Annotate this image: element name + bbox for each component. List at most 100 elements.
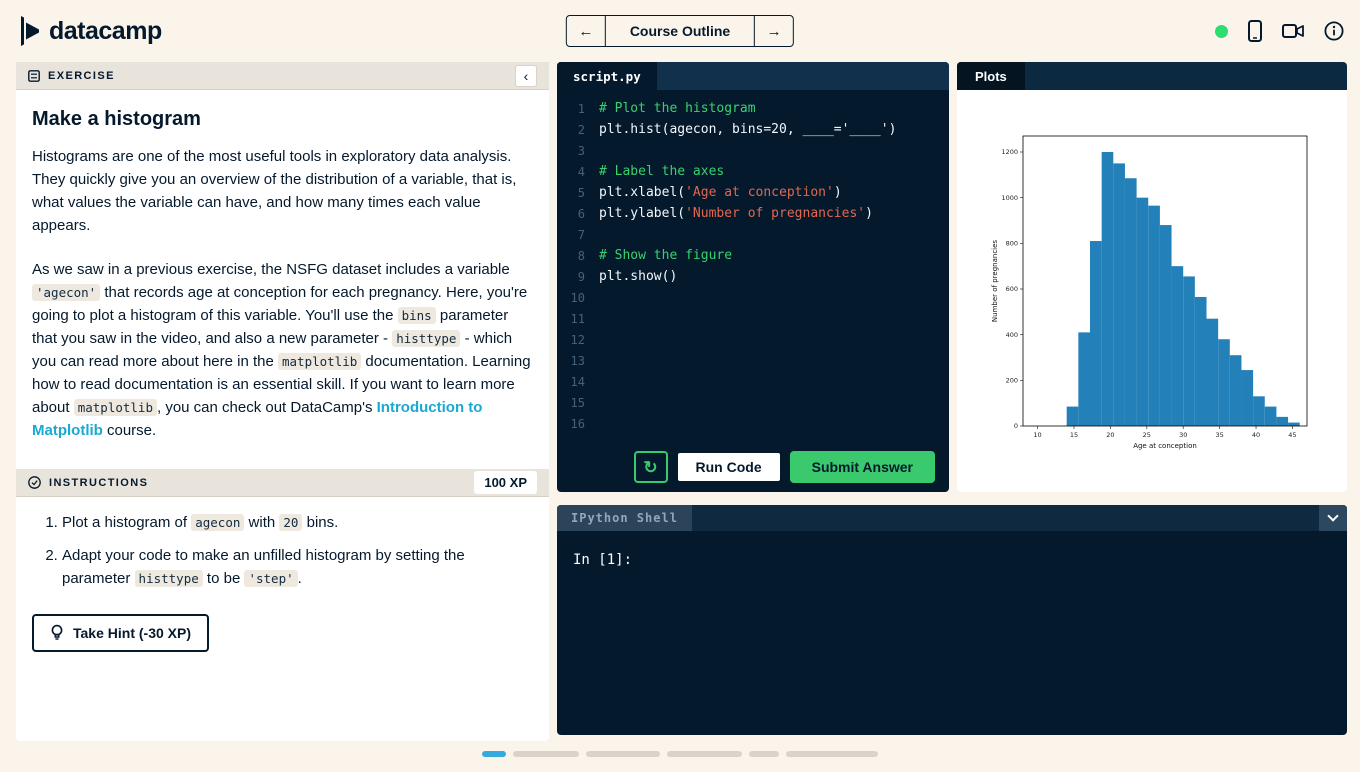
text-span: with bbox=[244, 514, 280, 531]
svg-text:10: 10 bbox=[1033, 431, 1041, 439]
course-outline-button[interactable]: Course Outline bbox=[604, 16, 756, 46]
plots-panel: Plots 10 15 20 25 30 35 40 45 0 200 400 600 800 1000 1… bbox=[957, 62, 1347, 492]
exercise-panel: EXERCISE ‹ Make a histogram Histograms a… bbox=[16, 62, 549, 741]
text-span: , you can check out DataCamp's bbox=[156, 399, 377, 416]
instructions-body: Plot a histogram of agecon with 20 bins.… bbox=[16, 497, 549, 666]
info-icon bbox=[1324, 21, 1344, 41]
inline-code: matplotlib bbox=[278, 353, 362, 370]
line-number: 8 bbox=[577, 248, 585, 263]
svg-text:30: 30 bbox=[1179, 431, 1187, 439]
svg-text:25: 25 bbox=[1143, 431, 1151, 439]
code-text: plt.show() bbox=[599, 269, 678, 284]
exercise-body: Make a histogram Histograms are one of t… bbox=[16, 90, 549, 469]
progress-segment[interactable] bbox=[749, 751, 779, 757]
code-line[interactable]: 1 # Plot the histogram bbox=[557, 98, 949, 119]
progress-segment[interactable] bbox=[586, 751, 660, 757]
progress-segment[interactable] bbox=[667, 751, 742, 757]
shell-console[interactable]: In [1]: bbox=[557, 531, 1347, 735]
code-line[interactable]: 8 # Show the figure bbox=[557, 245, 949, 266]
logo-wordmark: datacamp bbox=[49, 16, 162, 45]
tab-plots[interactable]: Plots bbox=[957, 62, 1025, 90]
inline-code: histtype bbox=[134, 570, 203, 587]
svg-text:15: 15 bbox=[1070, 431, 1078, 439]
code-line[interactable]: 7 bbox=[557, 224, 949, 245]
mobile-button[interactable] bbox=[1248, 20, 1262, 42]
svg-text:200: 200 bbox=[1006, 377, 1018, 385]
inline-code: 'agecon' bbox=[32, 284, 101, 301]
inline-code: 'step' bbox=[244, 570, 298, 587]
tab-ipython-shell[interactable]: IPython Shell bbox=[557, 505, 692, 531]
take-hint-label: Take Hint (-30 XP) bbox=[73, 625, 191, 641]
text-span: Plot a histogram of bbox=[62, 514, 192, 531]
run-code-button[interactable]: Run Code bbox=[675, 451, 782, 483]
code-editor[interactable]: 1 # Plot the histogram 2 plt.hist(agecon, b… bbox=[557, 90, 949, 442]
code-text: plt.hist(agecon, bins=20, ____='____') bbox=[599, 122, 897, 137]
text-span: bins. bbox=[302, 514, 339, 531]
exercise-panel-header: EXERCISE ‹ bbox=[16, 62, 549, 90]
line-number: 9 bbox=[577, 269, 585, 284]
xp-badge: 100 XP bbox=[474, 471, 537, 494]
header-status-icons bbox=[1215, 20, 1344, 42]
instruction-item: Adapt your code to make an unfilled hist… bbox=[62, 544, 533, 590]
reset-code-button[interactable]: ↻ bbox=[633, 451, 668, 483]
code-editor-panel: script.py 1 # Plot the histogram 2 plt.hist… bbox=[557, 62, 949, 492]
datacamp-logo-icon bbox=[21, 16, 39, 46]
text-span: course. bbox=[102, 422, 157, 439]
next-exercise-button[interactable]: → bbox=[755, 16, 793, 46]
app-header: datacamp ← Course Outline → bbox=[0, 0, 1360, 62]
line-number: 12 bbox=[570, 332, 585, 347]
shell-collapse-button[interactable] bbox=[1319, 505, 1347, 531]
code-line[interactable]: 12 bbox=[557, 329, 949, 350]
editor-footer: ↻ Run Code Submit Answer bbox=[557, 442, 949, 492]
svg-text:400: 400 bbox=[1006, 331, 1018, 339]
code-line[interactable]: 15 bbox=[557, 392, 949, 413]
info-button[interactable] bbox=[1324, 21, 1344, 41]
code-line[interactable]: 6 plt.ylabel('Number of pregnancies') bbox=[557, 203, 949, 224]
line-number: 10 bbox=[570, 290, 585, 305]
code-line[interactable]: 2 plt.hist(agecon, bins=20, ____='____') bbox=[557, 119, 949, 140]
tab-script-py[interactable]: script.py bbox=[557, 62, 657, 90]
instructions-header: INSTRUCTIONS 100 XP bbox=[16, 469, 549, 497]
code-line[interactable]: 4 # Label the axes bbox=[557, 161, 949, 182]
line-number: 14 bbox=[570, 374, 585, 389]
lightbulb-icon bbox=[51, 624, 63, 640]
shell-prompt: In [1]: bbox=[573, 552, 633, 568]
progress-segment[interactable] bbox=[482, 751, 506, 757]
progress-segment[interactable] bbox=[786, 751, 878, 757]
progress-segment[interactable] bbox=[513, 751, 579, 757]
inline-code: agecon bbox=[191, 514, 245, 531]
code-line[interactable]: 9 plt.show() bbox=[557, 266, 949, 287]
instruction-item: Plot a histogram of agecon with 20 bins. bbox=[62, 511, 533, 534]
line-number: 7 bbox=[577, 227, 585, 242]
line-number: 15 bbox=[570, 395, 585, 410]
chevron-down-icon bbox=[1327, 510, 1339, 522]
svg-text:35: 35 bbox=[1215, 431, 1223, 439]
code-line[interactable]: 16 bbox=[557, 413, 949, 434]
text-span: Histograms are one of the most useful to… bbox=[32, 148, 517, 234]
collapse-panel-button[interactable]: ‹ bbox=[515, 64, 537, 87]
line-number: 5 bbox=[577, 185, 585, 200]
exercise-paragraph: As we saw in a previous exercise, the NS… bbox=[32, 258, 533, 442]
exercise-icon bbox=[28, 69, 40, 82]
code-line[interactable]: 5 plt.xlabel('Age at conception') bbox=[557, 182, 949, 203]
previous-exercise-button[interactable]: ← bbox=[567, 16, 605, 46]
datacamp-logo[interactable]: datacamp bbox=[16, 16, 162, 46]
code-line[interactable]: 11 bbox=[557, 308, 949, 329]
code-text: # Label the axes bbox=[599, 164, 725, 179]
video-button[interactable] bbox=[1282, 23, 1304, 39]
take-hint-button[interactable]: Take Hint (-30 XP) bbox=[32, 614, 209, 652]
code-line[interactable]: 10 bbox=[557, 287, 949, 308]
code-line[interactable]: 3 bbox=[557, 140, 949, 161]
code-line[interactable]: 13 bbox=[557, 350, 949, 371]
editor-tab-bar: script.py bbox=[557, 62, 949, 90]
submit-answer-button[interactable]: Submit Answer bbox=[789, 451, 935, 483]
svg-text:800: 800 bbox=[1006, 240, 1018, 248]
code-text: plt.xlabel('Age at conception') bbox=[599, 185, 842, 200]
code-line[interactable]: 14 bbox=[557, 371, 949, 392]
plot-figure: 10 15 20 25 30 35 40 45 0 200 400 600 800 1000 1200 Age… bbox=[987, 122, 1317, 467]
inline-code: matplotlib bbox=[73, 399, 157, 416]
line-number: 16 bbox=[570, 416, 585, 431]
code-text: plt.ylabel('Number of pregnancies') bbox=[599, 206, 873, 221]
plots-body: 10 15 20 25 30 35 40 45 0 200 400 600 800 1000 1200 Age… bbox=[957, 90, 1347, 492]
exercise-paragraph: Histograms are one of the most useful to… bbox=[32, 145, 533, 237]
